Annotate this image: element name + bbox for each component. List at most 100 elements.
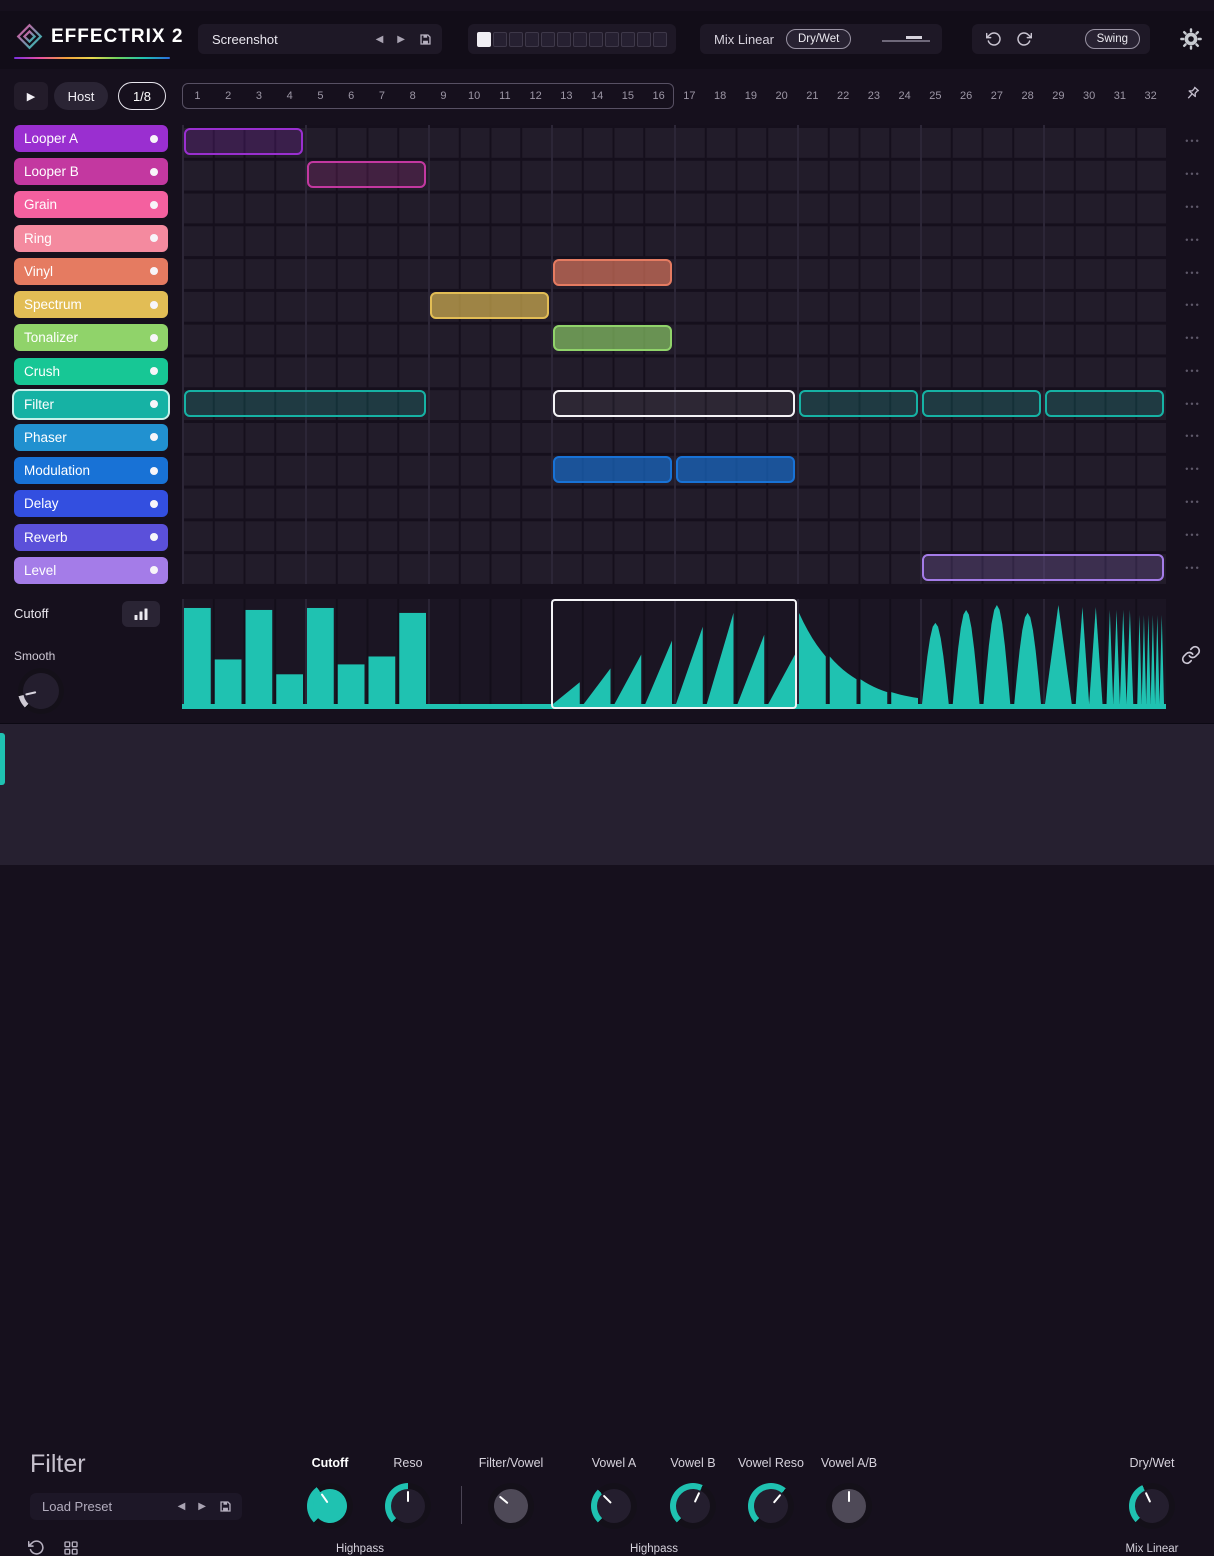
step-block-modulation[interactable] <box>676 455 795 483</box>
load-preset-label[interactable]: Load Preset <box>42 1499 165 1514</box>
preset-prev-button[interactable]: ◀ <box>376 34 384 45</box>
step-block-level[interactable] <box>922 554 1164 581</box>
pattern-slot[interactable] <box>477 31 491 47</box>
knob-control[interactable] <box>826 1483 872 1529</box>
knob-reso[interactable]: Reso <box>363 1456 453 1529</box>
effect-preset-save-icon[interactable] <box>219 1500 232 1513</box>
pattern-slot[interactable] <box>653 31 667 47</box>
knob-vowel-a[interactable]: Vowel A <box>569 1456 659 1531</box>
knob-cutoff[interactable]: Cutoff <box>285 1456 375 1530</box>
slider-handle[interactable] <box>906 36 922 39</box>
effect-preset-prev-button[interactable]: ◀ <box>178 1501 186 1512</box>
track-item-phaser[interactable]: Phaser <box>14 423 168 451</box>
step-grid[interactable] <box>182 125 1166 584</box>
track-enable-led[interactable] <box>150 400 158 409</box>
pattern-slot[interactable] <box>525 31 539 47</box>
knob-control[interactable] <box>306 1482 354 1530</box>
knob-control[interactable] <box>589 1481 639 1531</box>
track-enable-led[interactable] <box>150 134 158 143</box>
effect-preset-next-button[interactable]: ▶ <box>198 1501 206 1512</box>
knob-control[interactable] <box>670 1483 716 1529</box>
step-block-filter[interactable] <box>1045 390 1164 418</box>
row-menu-button[interactable]: ••• <box>1176 551 1210 584</box>
row-menu-button[interactable]: ••• <box>1176 420 1210 453</box>
step-block-spectrum[interactable] <box>430 291 549 319</box>
pattern-slot[interactable] <box>493 31 507 47</box>
knob-control[interactable] <box>385 1483 431 1529</box>
track-item-modulation[interactable]: Modulation <box>14 457 168 485</box>
settings-gear-icon[interactable] <box>1179 27 1203 56</box>
track-item-ring[interactable]: Ring <box>14 224 168 252</box>
track-enable-led[interactable] <box>150 200 158 209</box>
automation-lane[interactable] <box>182 599 1166 709</box>
host-sync-button[interactable]: Host <box>54 82 108 110</box>
row-menu-button[interactable]: ••• <box>1176 453 1210 486</box>
undo-icon[interactable] <box>986 31 1002 47</box>
row-menu-button[interactable]: ••• <box>1176 256 1210 289</box>
pattern-slot[interactable] <box>589 31 603 47</box>
knob-dry-wet[interactable]: Dry/Wet <box>1107 1456 1197 1529</box>
row-menu-button[interactable]: ••• <box>1176 191 1210 224</box>
row-menu-button[interactable]: ••• <box>1176 518 1210 551</box>
track-item-spectrum[interactable]: Spectrum <box>14 291 168 319</box>
track-item-filter[interactable]: Filter <box>14 390 168 418</box>
effect-preset-box[interactable]: Load Preset ◀ ▶ <box>30 1493 242 1520</box>
knob-vowel-a-b[interactable]: Vowel A/B <box>804 1456 894 1529</box>
track-item-tonalizer[interactable]: Tonalizer <box>14 324 168 352</box>
preset-next-button[interactable]: ▶ <box>397 34 405 45</box>
track-enable-led[interactable] <box>150 267 158 276</box>
redo-icon[interactable] <box>1016 31 1032 47</box>
track-item-delay[interactable]: Delay <box>14 490 168 518</box>
rate-button[interactable]: 1/8 <box>118 82 166 110</box>
track-enable-led[interactable] <box>150 167 158 176</box>
knob-vowel-b[interactable]: Vowel B <box>648 1456 738 1529</box>
row-menu-button[interactable]: ••• <box>1176 289 1210 322</box>
row-menu-button[interactable]: ••• <box>1176 387 1210 420</box>
track-enable-led[interactable] <box>150 499 158 508</box>
swing-button[interactable]: Swing <box>1084 29 1140 49</box>
track-enable-led[interactable] <box>150 333 158 342</box>
track-item-looper-a[interactable]: Looper A <box>14 125 168 152</box>
row-menu-button[interactable]: ••• <box>1176 223 1210 256</box>
track-enable-led[interactable] <box>150 300 158 309</box>
randomize-icon[interactable] <box>63 1539 79 1556</box>
smooth-knob[interactable] <box>18 668 64 714</box>
reset-icon[interactable] <box>28 1539 45 1556</box>
preset-save-icon[interactable] <box>419 33 432 46</box>
track-item-crush[interactable]: Crush <box>14 357 168 385</box>
pattern-slot[interactable] <box>509 31 523 47</box>
row-menu-button[interactable]: ••• <box>1176 158 1210 191</box>
track-enable-led[interactable] <box>150 533 158 542</box>
track-item-looper-b[interactable]: Looper B <box>14 158 168 186</box>
track-enable-led[interactable] <box>150 566 158 575</box>
track-item-level[interactable]: Level <box>14 556 168 584</box>
link-icon[interactable] <box>1181 645 1201 670</box>
track-enable-led[interactable] <box>150 433 158 442</box>
pin-icon[interactable] <box>1183 85 1201 108</box>
pattern-slot[interactable] <box>541 31 555 47</box>
pattern-slot[interactable] <box>557 31 571 47</box>
knob-filter-vowel[interactable]: Filter/Vowel <box>466 1456 556 1530</box>
step-block-filter[interactable] <box>184 390 426 418</box>
drywet-slider[interactable] <box>882 33 930 45</box>
row-menu-button[interactable]: ••• <box>1176 486 1210 519</box>
drywet-button[interactable]: Dry/Wet <box>785 29 852 49</box>
track-enable-led[interactable] <box>150 234 158 243</box>
pattern-slot[interactable] <box>637 31 651 47</box>
step-block-filter[interactable] <box>799 390 918 418</box>
step-block-modulation[interactable] <box>553 455 672 483</box>
pattern-slot[interactable] <box>621 31 635 47</box>
pattern-slot[interactable] <box>605 31 619 47</box>
knob-control[interactable] <box>747 1482 795 1530</box>
track-item-grain[interactable]: Grain <box>14 191 168 219</box>
knob-control[interactable] <box>1129 1483 1175 1529</box>
track-enable-led[interactable] <box>150 466 158 475</box>
step-block-looper-b[interactable] <box>307 160 426 188</box>
track-item-vinyl[interactable]: Vinyl <box>14 257 168 285</box>
knob-control[interactable] <box>487 1482 535 1530</box>
pattern-slot[interactable] <box>573 31 587 47</box>
step-block-vinyl[interactable] <box>553 259 672 286</box>
row-menu-button[interactable]: ••• <box>1176 125 1210 158</box>
track-enable-led[interactable] <box>150 367 158 376</box>
row-menu-button[interactable]: ••• <box>1176 354 1210 387</box>
